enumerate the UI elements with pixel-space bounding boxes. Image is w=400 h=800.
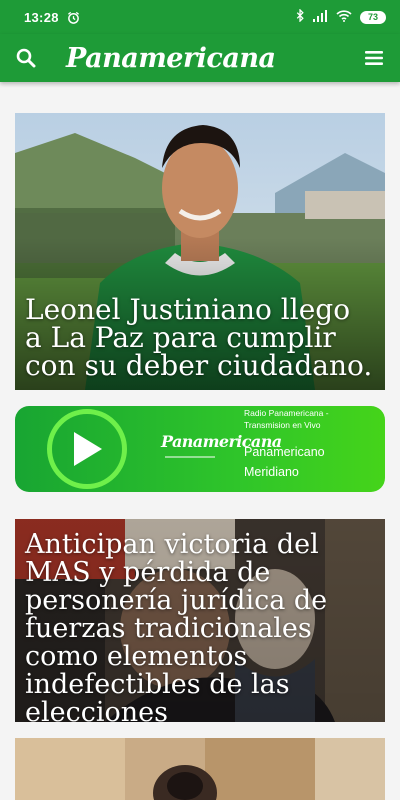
article-headline[interactable]: Anticipan victoria del MAS y pérdida de … <box>25 530 375 722</box>
play-button[interactable] <box>47 409 127 489</box>
player-logo-underline <box>165 456 215 458</box>
news-card[interactable]: Leonel Justiniano llego a La Paz para cu… <box>15 113 385 390</box>
play-icon <box>74 432 102 466</box>
app-logo: Panamericana <box>66 42 276 74</box>
signal-icon <box>313 9 328 25</box>
news-card[interactable] <box>15 738 385 800</box>
alarm-icon <box>67 11 80 24</box>
news-card[interactable]: Anticipan victoria del MAS y pérdida de … <box>15 519 385 722</box>
wifi-icon <box>336 9 352 25</box>
search-icon[interactable] <box>14 46 38 70</box>
radio-player: Panamericana Radio Panamericana - Transm… <box>15 406 385 492</box>
status-time: 13:28 <box>24 9 59 25</box>
program-name: Panamericano Meridiano <box>244 445 325 479</box>
article-image <box>15 738 385 800</box>
status-bar: 13:28 73 <box>0 0 400 34</box>
bluetooth-icon <box>296 8 305 25</box>
hamburger-menu-icon[interactable] <box>362 46 386 70</box>
article-headline[interactable]: Leonel Justiniano llego a La Paz para cu… <box>25 296 375 380</box>
station-name: Radio Panamericana - Transmision en Vivo <box>244 408 329 430</box>
app-header: Panamericana <box>0 34 400 82</box>
battery-indicator: 73 <box>360 10 386 24</box>
